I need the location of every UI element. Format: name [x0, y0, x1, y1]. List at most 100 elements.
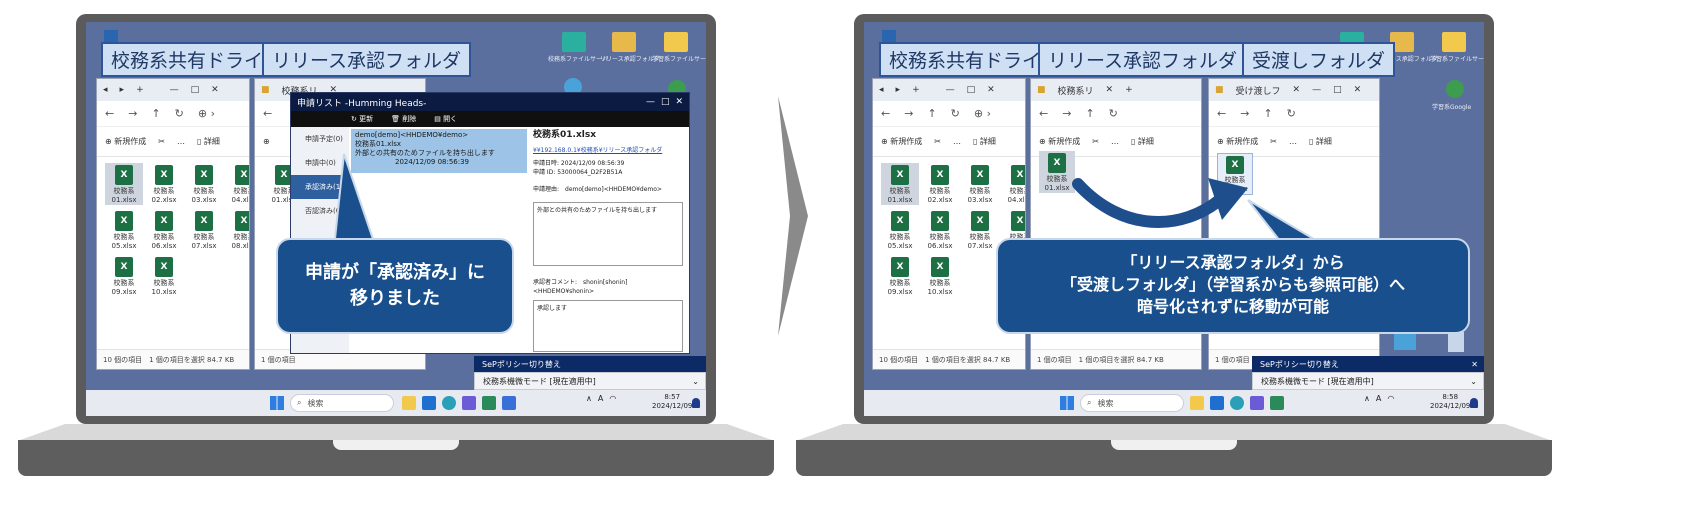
system-tray[interactable]: ∧ A ◠	[586, 394, 616, 403]
taskbar-search[interactable]: ⌕ 検索	[1080, 394, 1184, 412]
new-button[interactable]: ⊕	[263, 137, 270, 146]
file-item[interactable]: X 校務系 10.xlsx	[921, 255, 959, 297]
ime-indicator[interactable]: A	[1376, 394, 1381, 403]
forward-icon[interactable]: ▸	[120, 85, 125, 95]
address-icon[interactable]: ⊕ ›	[198, 107, 215, 120]
edge-icon[interactable]	[442, 396, 456, 410]
add-tab-icon[interactable]: +	[1125, 85, 1133, 95]
details-button[interactable]: ▯ 詳細	[973, 136, 996, 147]
minimize-icon[interactable]: —	[1312, 85, 1321, 95]
file-item[interactable]: X 校務系 03.xlsx	[961, 163, 999, 205]
forward-arrow-icon[interactable]: →	[1240, 107, 1249, 120]
policy-mode-select[interactable]: 校務系機微モード [現在適用中] ⌄	[474, 372, 706, 390]
maximize-icon[interactable]: □	[1333, 85, 1342, 95]
add-tab-icon[interactable]: +	[912, 85, 920, 95]
tab-close-icon[interactable]: ✕	[1106, 85, 1114, 95]
detail-path-link[interactable]: ¥¥192.168.0.1¥校務系¥リリース承認フォルダ	[533, 146, 683, 155]
file-item[interactable]: X 校務系 09.xlsx	[881, 255, 919, 297]
refresh-icon[interactable]: ↻	[1109, 107, 1118, 120]
wifi-icon[interactable]: ◠	[1387, 394, 1394, 403]
forward-arrow-icon[interactable]: →	[904, 107, 913, 120]
forward-icon[interactable]: ▸	[896, 85, 901, 95]
system-tray[interactable]: ∧ A ◠	[1364, 394, 1394, 403]
new-button[interactable]: ⊕ 新規作成	[881, 136, 922, 147]
more-button[interactable]: …	[953, 137, 961, 146]
cut-icon[interactable]: ✂	[934, 137, 941, 146]
open-button[interactable]: ▤ 開く	[434, 114, 457, 124]
back-arrow-icon[interactable]: ←	[881, 107, 890, 120]
clock[interactable]: 8:58 2024/12/09	[1430, 393, 1470, 411]
up-arrow-icon[interactable]: ↑	[927, 107, 936, 120]
nav-item-scheduled[interactable]: 申請予定(0)	[291, 127, 349, 151]
file-item[interactable]: X 校務系 08.xlsx	[225, 209, 249, 251]
new-button[interactable]: ⊕ 新規作成	[1039, 136, 1080, 147]
start-icon[interactable]	[1060, 396, 1074, 410]
details-button[interactable]: ▯ 詳細	[197, 136, 220, 147]
file-item[interactable]: X 校務系 01.xlsx	[1039, 151, 1075, 193]
file-item[interactable]: X 校務系 07.xlsx	[185, 209, 223, 251]
release-folder-icon[interactable]	[612, 32, 636, 52]
file-item[interactable]: X 校務系 05.xlsx	[105, 209, 143, 251]
cut-icon[interactable]: ✂	[1092, 137, 1099, 146]
file-item[interactable]: X 校務系 05.xlsx	[881, 209, 919, 251]
back-arrow-icon[interactable]: ←	[263, 107, 272, 120]
up-arrow-icon[interactable]: ↑	[1085, 107, 1094, 120]
file-explorer-icon[interactable]	[1190, 396, 1204, 410]
close-icon[interactable]: ✕	[987, 85, 995, 95]
more-button[interactable]: …	[1289, 137, 1297, 146]
learning-folder-icon[interactable]	[664, 32, 688, 52]
refresh-icon[interactable]: ↻	[1287, 107, 1296, 120]
close-icon[interactable]: ✕	[675, 97, 689, 107]
close-icon[interactable]: ✕	[211, 85, 219, 95]
new-button[interactable]: ⊕ 新規作成	[105, 136, 146, 147]
file-item[interactable]: X 校務系 06.xlsx	[921, 209, 959, 251]
clock[interactable]: 8:57 2024/12/09	[652, 393, 692, 411]
app-icon[interactable]	[1270, 396, 1284, 410]
app-icon[interactable]	[462, 396, 476, 410]
app-icon[interactable]	[1250, 396, 1264, 410]
outlook-icon[interactable]	[422, 396, 436, 410]
file-item[interactable]: X 校務系 02.xlsx	[921, 163, 959, 205]
up-arrow-icon[interactable]: ↑	[1263, 107, 1272, 120]
up-arrow-icon[interactable]: ↑	[151, 107, 160, 120]
start-icon[interactable]	[270, 396, 284, 410]
details-button[interactable]: ▯ 詳細	[1131, 136, 1154, 147]
file-item[interactable]: X 校務系 01.xlsx	[881, 163, 919, 205]
forward-arrow-icon[interactable]: →	[128, 107, 137, 120]
edge-icon[interactable]	[1230, 396, 1244, 410]
monitor-icon[interactable]	[1394, 334, 1416, 350]
file-item[interactable]: X 校務系 07.xlsx	[961, 209, 999, 251]
file-item[interactable]: X 校務系 04.xlsx	[225, 163, 249, 205]
minimize-icon[interactable]: —	[946, 85, 955, 95]
new-button[interactable]: ⊕ 新規作成	[1217, 136, 1258, 147]
learning-folder-icon[interactable]	[1442, 32, 1466, 52]
address-icon[interactable]: ⊕ ›	[974, 107, 991, 120]
policy-mode-select[interactable]: 校務系機微モード [現在適用中] ⌄	[1252, 372, 1484, 390]
chevron-up-icon[interactable]: ∧	[586, 394, 592, 403]
back-icon[interactable]: ◂	[879, 85, 884, 95]
forward-arrow-icon[interactable]: →	[1062, 107, 1071, 120]
tab-label[interactable]: 受け渡しフ	[1236, 84, 1281, 97]
taskbar-search[interactable]: ⌕ 検索	[290, 394, 394, 412]
file-item[interactable]: X 校務系 04.xlsx	[1001, 163, 1025, 205]
app-icon[interactable]	[482, 396, 496, 410]
maximize-icon[interactable]: □	[191, 85, 200, 95]
details-button[interactable]: ▯ 詳細	[1309, 136, 1332, 147]
file-item[interactable]: X 校務系 03.xlsx	[185, 163, 223, 205]
back-icon[interactable]: ◂	[103, 85, 108, 95]
minimize-icon[interactable]: —	[646, 97, 661, 107]
add-tab-icon[interactable]: +	[136, 85, 144, 95]
minimize-icon[interactable]: —	[170, 85, 179, 95]
wifi-icon[interactable]: ◠	[609, 394, 616, 403]
bell-icon[interactable]	[1470, 398, 1478, 408]
close-icon[interactable]: ✕	[1471, 360, 1484, 369]
file-item[interactable]: X 校務系 06.xlsx	[145, 209, 183, 251]
back-arrow-icon[interactable]: ←	[1039, 107, 1048, 120]
delete-button[interactable]: 🗑 削除	[391, 114, 416, 124]
tab-close-icon[interactable]: ✕	[1293, 85, 1301, 95]
chevron-up-icon[interactable]: ∧	[1364, 394, 1370, 403]
server-folder-icon[interactable]	[562, 32, 586, 52]
maximize-icon[interactable]: □	[967, 85, 976, 95]
cut-icon[interactable]: ✂	[1270, 137, 1277, 146]
file-item[interactable]: X 校務系 09.xlsx	[105, 255, 143, 297]
